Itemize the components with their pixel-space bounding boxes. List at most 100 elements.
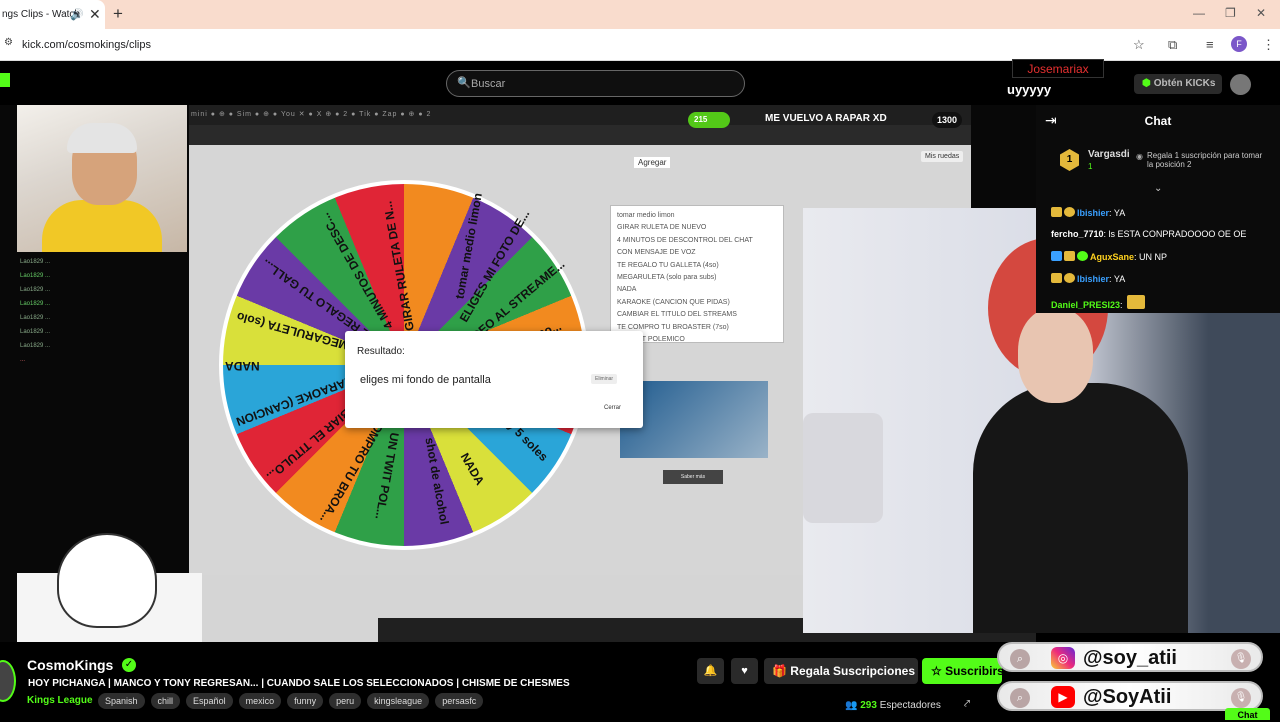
browser-tab[interactable]: ngs Clips - Watch 🔊 ✕	[0, 0, 105, 29]
search-icon: ⌕	[1010, 688, 1030, 708]
chat-user[interactable]: AguxSane	[1090, 252, 1134, 262]
overlay-count-right: 1300	[932, 112, 962, 128]
follow-heart-icon[interactable]: ♥	[731, 658, 758, 684]
pinned-gifter: 1 Vargasdi 1 ◉ Regala 1 suscripción para…	[1060, 145, 1270, 181]
extensions-icon[interactable]: ⧉	[1168, 37, 1177, 53]
subscribe-label: Suscribirse	[945, 664, 1002, 678]
url-field[interactable]: kick.com/cosmokings/clips	[22, 39, 151, 51]
gift-icon: 🎁	[772, 664, 791, 678]
expand-icon[interactable]: ⌄	[1154, 183, 1162, 194]
tag[interactable]: peru	[329, 693, 362, 709]
maximize-icon[interactable]: ❐	[1225, 6, 1236, 20]
overlay-mini-chat: Lao1829 ... Lao1829 ... Lao1829 ... Lao1829…	[20, 259, 51, 363]
bookmark-star-icon[interactable]: ☆	[1133, 37, 1145, 53]
pinned-sub-count: 1	[1088, 162, 1093, 171]
pinned-user[interactable]: Vargasdi	[1088, 149, 1130, 160]
search-input[interactable]: 🔍 Buscar	[446, 70, 745, 97]
kicks-icon: ⬢	[1142, 78, 1151, 89]
sub-badge-icon	[1077, 251, 1088, 261]
window-close-icon[interactable]: ✕	[1256, 6, 1266, 20]
kick-logo-icon[interactable]	[0, 73, 10, 87]
tag[interactable]: chill	[150, 693, 181, 709]
star-icon: ☆	[931, 664, 946, 678]
menu-kebab-icon[interactable]: ⋮	[1262, 37, 1275, 53]
chat-text: : ls ESTA CONPRADOOOO OE OE	[1103, 229, 1247, 239]
chat-message: lbishier: YA	[1051, 273, 1125, 284]
crown-badge-icon	[1051, 273, 1062, 283]
instagram-icon: ◎	[1051, 647, 1075, 669]
search-placeholder: Buscar	[471, 78, 506, 90]
chat-text: : YA	[1109, 208, 1126, 218]
moderator-badge-icon	[1051, 251, 1062, 261]
category-link[interactable]: Kings League	[27, 695, 93, 706]
microphone-icon: 🎙	[1231, 649, 1251, 669]
channel-avatar[interactable]	[0, 660, 16, 702]
overlay-title: ME VUELVO A RAPAR XD	[765, 113, 887, 124]
speaker-icon[interactable]: 🔊	[70, 8, 84, 21]
chat-user[interactable]: lbishier	[1077, 208, 1109, 218]
crown-badge-icon	[1064, 251, 1075, 261]
chat-text: :	[1120, 300, 1123, 310]
search-icon: 🔍	[457, 77, 471, 89]
tag[interactable]: mexico	[238, 693, 282, 709]
obten-kicks-label: Obtén KICKs	[1153, 78, 1216, 89]
tag-list: Spanish chill Español mexico funny peru …	[98, 693, 484, 709]
youtube-handle: @SoyAtii	[1083, 686, 1172, 708]
option-item: NADA	[617, 286, 637, 294]
guest-body	[973, 383, 1188, 633]
tag[interactable]: kingsleague	[367, 693, 430, 709]
close-tab-icon[interactable]: ✕	[89, 6, 101, 23]
subscribe-button[interactable]: ☆ Suscribirse	[922, 658, 1002, 684]
chat-user[interactable]: Daniel_PRESI23	[1051, 300, 1120, 310]
share-icon[interactable]: ⤤	[964, 698, 970, 711]
option-item: TE REGALO TU GALLETA (4so)	[617, 261, 719, 269]
option-item: CON MENSAJE DE VOZ	[617, 249, 696, 257]
user-avatar[interactable]	[1230, 74, 1251, 95]
tag[interactable]: funny	[287, 693, 324, 709]
tag[interactable]: Español	[186, 693, 233, 709]
crown-badge-icon	[1051, 207, 1062, 217]
chat-message: lbishier: YA	[1051, 207, 1125, 218]
media-icon[interactable]: ≡	[1206, 37, 1214, 52]
gift-subs-button[interactable]: 🎁 Regala Suscripciones	[764, 658, 918, 684]
result-delete-button: Eliminar	[591, 374, 618, 384]
result-value: eliges mi fondo de pantalla	[360, 374, 491, 386]
option-item: CAMBIAR EL TITULO DEL STREAMS	[617, 311, 737, 319]
site-info-icon[interactable]: ⚙	[4, 37, 13, 48]
channel-name[interactable]: CosmoKings	[27, 657, 113, 673]
new-tab-icon[interactable]: +	[113, 4, 123, 24]
cat-sticker	[17, 533, 202, 642]
chat-message: AguxSane: UN NP	[1051, 251, 1167, 262]
gifter-badge-icon	[1064, 207, 1075, 217]
obten-kicks-button[interactable]: ⬢ Obtén KICKs	[1134, 74, 1222, 94]
chat-user[interactable]: fercho_7710	[1051, 229, 1104, 239]
tag[interactable]: Spanish	[98, 693, 145, 709]
overlay-username: Josemariax	[1012, 59, 1104, 78]
stream-title: HOY PICHANGA | MANCO Y TONY REGRESAN... …	[28, 678, 570, 689]
address-bar: ⚙ kick.com/cosmokings/clips ☆ ⧉ ≡ F ⋮	[0, 29, 1280, 61]
screen-browser-nav	[189, 125, 971, 145]
tag[interactable]: persasfc	[435, 693, 484, 709]
result-dialog: Resultado: eliges mi fondo de pantalla E…	[345, 331, 643, 428]
notification-bell-icon[interactable]: 🔔	[697, 658, 724, 684]
microphone-icon: 🎙	[1231, 688, 1251, 708]
shirt	[42, 200, 162, 252]
guest-face	[1018, 308, 1093, 403]
option-item: MEGARULETA (solo para subs)	[617, 274, 717, 282]
chat-send-button[interactable]: Chat	[1225, 708, 1270, 720]
chat-user[interactable]: lbishier	[1077, 274, 1109, 284]
saber-mas-button: Saber más	[663, 470, 723, 484]
youtube-icon: ▶	[1051, 686, 1075, 708]
gifter-badge-icon	[1064, 273, 1075, 283]
profile-avatar[interactable]: F	[1231, 36, 1247, 52]
viewer-number: 293	[860, 700, 877, 711]
viewer-label: Espectadores	[879, 700, 941, 711]
result-title: Resultado:	[357, 346, 405, 357]
options-list: tomar medio limon GIRAR RULETA DE NUEVO …	[610, 205, 784, 343]
streamer-webcam	[17, 105, 187, 252]
chat-text: : UN NP	[1134, 252, 1168, 262]
chat-text: : YA	[1109, 274, 1126, 284]
option-item: 4 MINUTOS DE DESCONTROL DEL CHAT	[617, 236, 753, 244]
search-icon: ⌕	[1010, 649, 1030, 669]
minimize-icon[interactable]: —	[1193, 6, 1205, 20]
